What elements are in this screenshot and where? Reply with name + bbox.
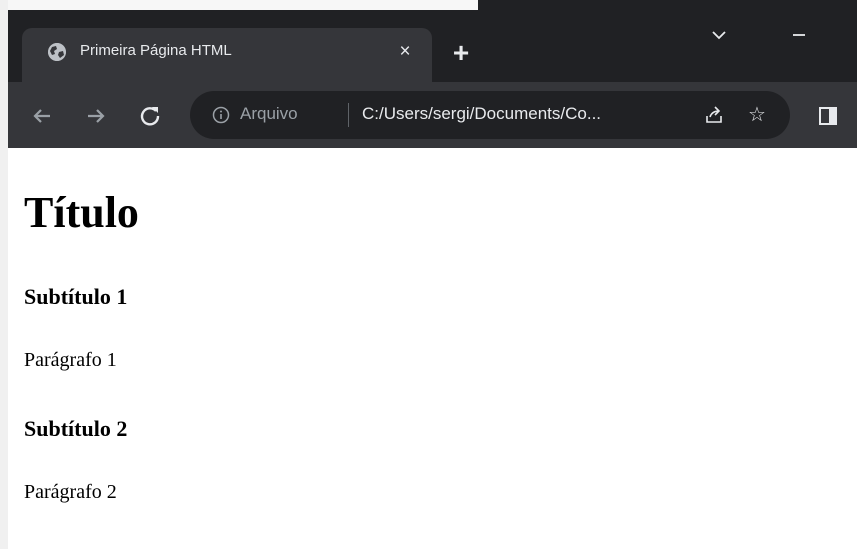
subtitle-1: Subtítulo 1 [24, 284, 128, 309]
browser-window: Primeira Página HTML × + Arquivo C:/User… [8, 0, 857, 549]
paragraph-2: Parágrafo 2 [24, 481, 117, 503]
reload-icon[interactable] [136, 102, 164, 130]
paragraph-1: Parágrafo 1 [24, 349, 117, 371]
url-text[interactable]: C:/Users/sergi/Documents/Co... [362, 104, 601, 124]
globe-icon [48, 43, 66, 61]
page-content: Título Subtítulo 1 Parágrafo 1 Subtítulo… [8, 148, 857, 549]
info-icon[interactable] [212, 106, 230, 124]
forward-arrow-icon[interactable] [82, 102, 110, 130]
chevron-down-icon[interactable] [708, 24, 730, 46]
side-panel-icon[interactable] [818, 106, 838, 126]
close-icon[interactable]: × [394, 41, 416, 63]
title-bar: Primeira Página HTML × + [8, 0, 857, 82]
back-arrow-icon[interactable] [28, 102, 56, 130]
address-bar[interactable]: Arquivo C:/Users/sergi/Documents/Co... ☆ [190, 91, 790, 139]
tab-active[interactable]: Primeira Página HTML × [22, 28, 432, 82]
bookmark-star-icon[interactable]: ☆ [746, 104, 768, 126]
page-title: Título [24, 188, 139, 237]
share-icon[interactable] [704, 105, 724, 125]
title-bar-edge [478, 0, 857, 10]
site-info-label[interactable]: Arquivo [240, 104, 298, 124]
new-tab-button[interactable]: + [448, 39, 474, 67]
subtitle-2: Subtítulo 2 [24, 416, 128, 441]
address-divider [348, 103, 349, 127]
navigation-toolbar: Arquivo C:/Users/sergi/Documents/Co... ☆ [8, 82, 857, 148]
minimize-icon[interactable] [788, 24, 810, 46]
tab-title: Primeira Página HTML [80, 42, 232, 59]
